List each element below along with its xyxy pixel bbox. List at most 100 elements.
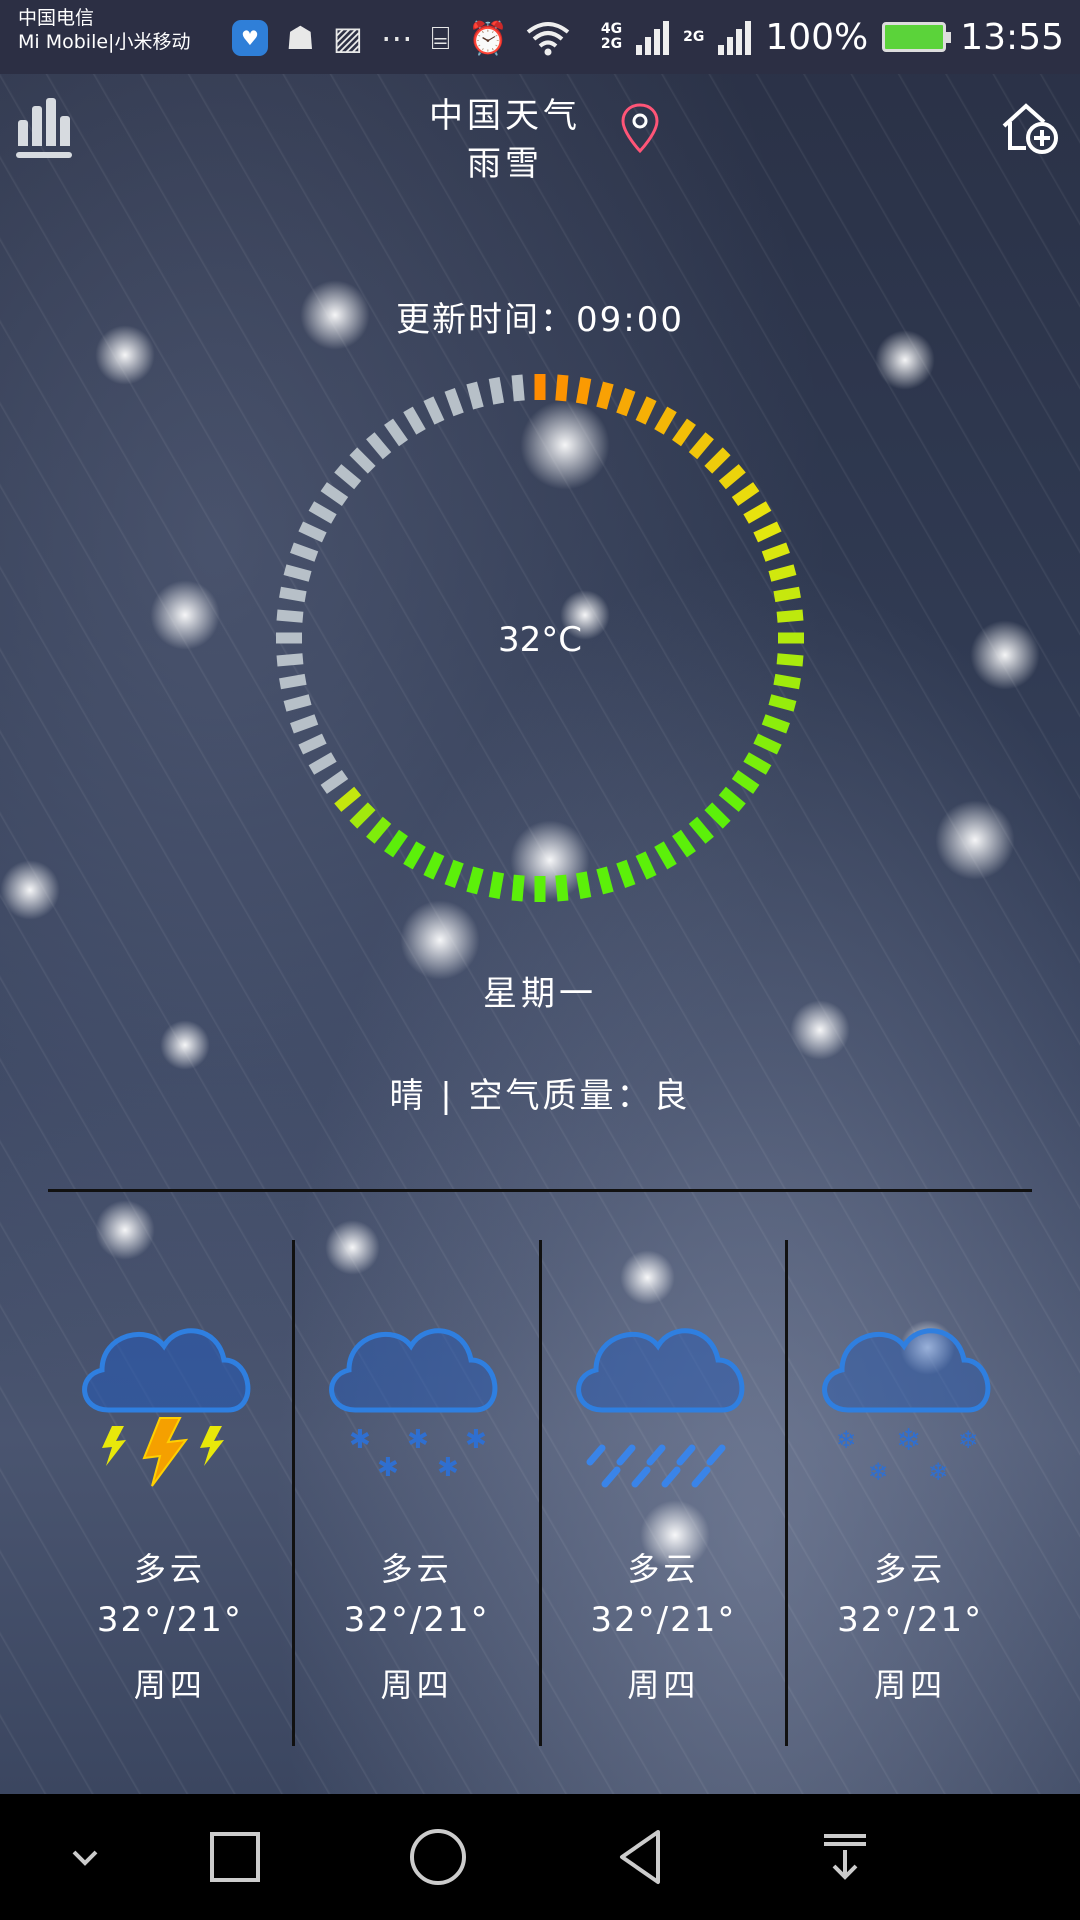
ring-segment xyxy=(279,586,307,603)
ring-segment xyxy=(444,859,464,888)
ring-segment xyxy=(349,447,376,474)
ring-segment xyxy=(334,786,362,812)
network-type-2g: 2G xyxy=(683,28,705,45)
forecast-condition: 多云 xyxy=(133,1550,206,1588)
ring-segment xyxy=(403,406,426,435)
weather-summary: 晴 | 空气质量：良 xyxy=(389,1076,691,1116)
status-bar: 中国电信 Mi Mobile|小米移动 ♥ ☗ ▨ ⋯ ⌸ ⏰ 4G 2G 2G… xyxy=(0,0,1080,74)
navigation-bar xyxy=(0,1794,1080,1920)
ring-segment xyxy=(718,464,746,490)
ring-segment xyxy=(488,377,505,405)
android-icon: ☗ xyxy=(286,19,315,57)
ring-segment xyxy=(511,874,525,902)
ring-segment xyxy=(635,851,657,880)
forecast-day-name: 周四 xyxy=(874,1666,947,1704)
ring-segment xyxy=(654,406,677,435)
ring-segment xyxy=(320,482,349,506)
ring-segment xyxy=(575,377,592,405)
ring-segment xyxy=(466,866,484,895)
notification-pull-icon[interactable] xyxy=(810,1824,880,1890)
ring-segment xyxy=(672,418,696,447)
signal-icon xyxy=(636,19,670,55)
ring-segment xyxy=(276,609,304,623)
snowflake-icon: ❄ ❄ ❄ ❄ ❄ xyxy=(822,1328,991,1486)
forecast-day-2[interactable]: ✱ ✱ ✱ ✱ ✱ 多云 32°/21° 周四 xyxy=(291,1240,539,1746)
ring-segment xyxy=(308,501,337,524)
ring-segment xyxy=(776,609,804,623)
battery-icon xyxy=(882,22,952,52)
forecast-day-1[interactable]: 多云 32°/21° 周四 xyxy=(48,1240,292,1746)
update-time: 更新时间：09:00 xyxy=(396,300,684,340)
divider xyxy=(48,1189,1032,1192)
ring-segment xyxy=(731,770,760,794)
wifi-icon xyxy=(526,22,570,56)
battery-percent: 100% xyxy=(765,16,869,58)
ring-segment xyxy=(366,816,392,844)
ring-segment xyxy=(773,673,801,690)
ring-segment xyxy=(672,829,696,858)
home-icon[interactable] xyxy=(403,1824,473,1890)
back-icon[interactable] xyxy=(606,1824,676,1890)
forecast-list: 多云 32°/21° 周四 ✱ ✱ ✱ ✱ ✱ 多云 32°/21° 周四 多云 xyxy=(48,1240,1032,1746)
ring-segment xyxy=(743,752,772,775)
ring-segment xyxy=(334,464,362,490)
svg-text:✱: ✱ xyxy=(407,1425,429,1455)
ring-segment xyxy=(384,418,408,447)
ring-segment xyxy=(308,752,337,775)
ring-segment xyxy=(423,396,445,425)
ring-segment xyxy=(761,542,790,562)
current-temperature: 32°C xyxy=(497,620,582,660)
svg-text:❄: ❄ xyxy=(958,1426,978,1454)
recents-icon[interactable] xyxy=(200,1824,270,1890)
alarm-icon: ⏰ xyxy=(468,19,508,57)
forecast-day-name: 周四 xyxy=(380,1666,453,1704)
signal-icon-2 xyxy=(718,19,752,55)
ring-segment xyxy=(384,829,408,858)
ring-segment xyxy=(283,694,312,712)
more-icon: ⋯ xyxy=(380,19,413,57)
collapse-icon[interactable] xyxy=(50,1824,120,1890)
forecast-day-name: 周四 xyxy=(627,1666,700,1704)
weather-type: 雨雪 xyxy=(467,144,543,184)
health-app-icon: ♥ xyxy=(232,20,268,56)
forecast-day-4[interactable]: ❄ ❄ ❄ ❄ ❄ 多云 32°/21° 周四 xyxy=(785,1240,1032,1746)
city-name[interactable]: 中国天气 xyxy=(0,88,1010,137)
ring-segment xyxy=(688,432,714,460)
forecast-day-name: 周四 xyxy=(133,1666,206,1704)
carrier-line-2: Mi Mobile|小米移动 xyxy=(18,31,191,53)
ring-segment xyxy=(596,866,614,895)
ring-segment xyxy=(290,714,319,734)
network-type-4g-2g: 4G 2G xyxy=(600,21,623,52)
ring-segment xyxy=(743,501,772,524)
vibrate-icon: ⌸ xyxy=(430,19,451,57)
add-city-icon[interactable] xyxy=(1000,100,1060,156)
ring-segment xyxy=(768,694,797,712)
ring-segment xyxy=(555,874,569,902)
ring-segment xyxy=(753,521,782,543)
ring-segment xyxy=(596,381,614,410)
current-weekday: 星期一 xyxy=(483,974,597,1014)
svg-text:✱: ✱ xyxy=(437,1453,459,1483)
forecast-day-3[interactable]: 多云 32°/21° 周四 xyxy=(538,1240,786,1746)
svg-text:❄: ❄ xyxy=(928,1458,948,1486)
ring-segment xyxy=(366,432,392,460)
svg-text:✱: ✱ xyxy=(349,1425,371,1455)
snow-icon: ✱ ✱ ✱ ✱ ✱ xyxy=(329,1328,498,1483)
image-icon: ▨ xyxy=(332,19,363,57)
ring-segment xyxy=(704,447,731,474)
svg-text:❄: ❄ xyxy=(836,1426,856,1454)
ring-segment xyxy=(616,388,636,417)
ring-segment xyxy=(298,521,327,543)
ring-segment xyxy=(616,859,636,888)
ring-segment xyxy=(511,374,525,402)
ring-segment xyxy=(403,841,426,870)
ring-segment xyxy=(704,802,731,829)
svg-text:✱: ✱ xyxy=(377,1453,399,1483)
location-pin-icon[interactable] xyxy=(620,102,660,154)
ring-segment xyxy=(768,564,797,582)
ring-segment xyxy=(718,786,746,812)
ring-segment xyxy=(298,733,327,755)
ring-segment xyxy=(654,841,677,870)
ring-segment xyxy=(349,802,376,829)
thunderstorm-icon xyxy=(82,1328,251,1487)
